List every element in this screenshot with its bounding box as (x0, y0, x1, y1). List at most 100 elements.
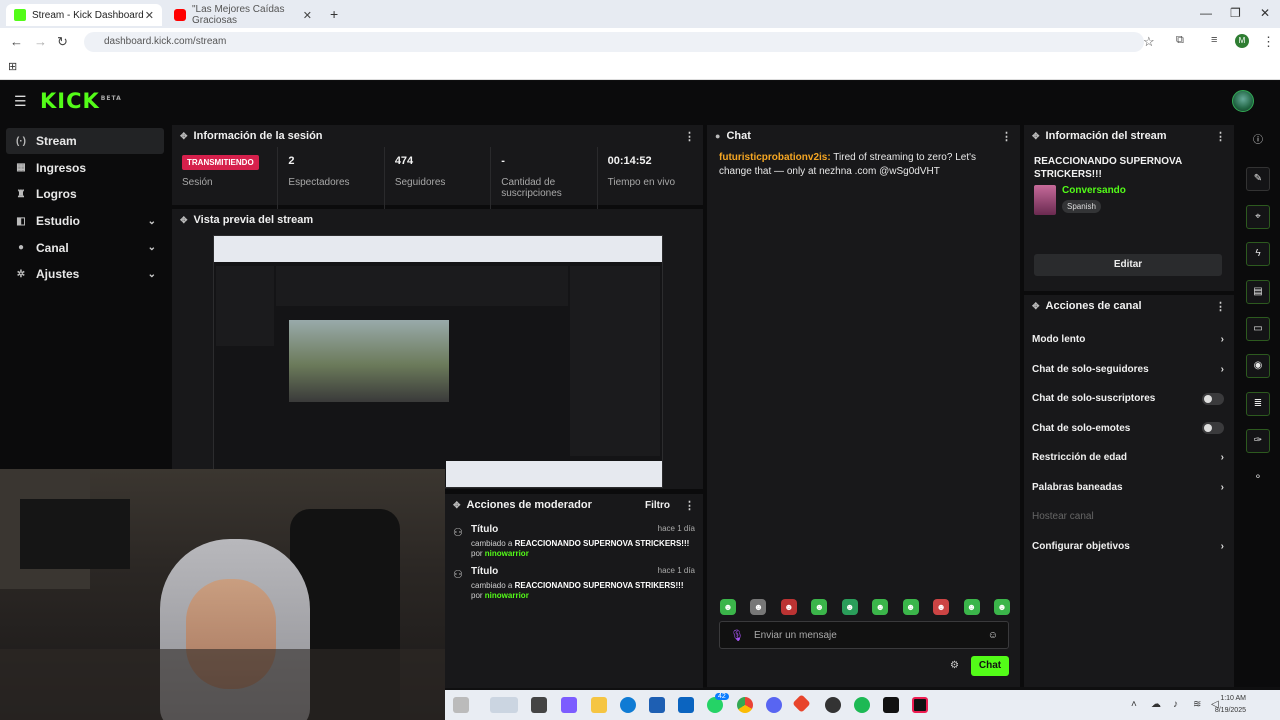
copilot-icon[interactable] (561, 697, 577, 713)
emote-icon[interactable]: ☻ (963, 599, 980, 615)
close-tab-icon[interactable]: ✕ (303, 9, 312, 22)
filter-button[interactable]: Filtro (645, 500, 670, 511)
extensions-icon[interactable]: ⧉ (1176, 34, 1184, 47)
media-icon[interactable]: ≡ (1211, 34, 1217, 46)
subscribers-only-toggle[interactable] (1202, 392, 1224, 405)
chat-username[interactable]: futuristicprobationv2is: (719, 152, 831, 163)
more-options-icon[interactable]: ⋮ (684, 499, 695, 512)
emote-icon[interactable]: ☻ (993, 599, 1010, 615)
sidebar-item-logros[interactable]: ♜ Logros (6, 181, 164, 207)
emoji-icon[interactable]: ☺ (988, 630, 998, 641)
microphone-icon[interactable]: 🎙 (730, 629, 744, 642)
store-icon[interactable] (649, 697, 665, 713)
stat-label: Espectadores (288, 177, 350, 188)
outlook-icon[interactable] (678, 697, 694, 713)
task-view-icon[interactable] (531, 697, 547, 713)
document-icon[interactable]: ▤ (1246, 279, 1270, 304)
scan-icon[interactable]: ⌖ (1246, 204, 1270, 229)
mod-item-user[interactable]: ninowarrior (485, 549, 529, 558)
more-options-icon[interactable]: ⋮ (1215, 130, 1226, 143)
drag-handle-icon[interactable]: ✥ (453, 500, 461, 511)
close-tab-icon[interactable]: ✕ (145, 9, 154, 22)
file-explorer-icon[interactable] (591, 697, 607, 713)
action-age-restriction[interactable]: Restricción de edad › (1024, 443, 1234, 473)
session-info-panel: ✥ Información de la sesión ⋮ TRANSMITIEN… (172, 125, 703, 209)
pencil-icon[interactable]: ✎ (1246, 167, 1270, 192)
browser-menu-icon[interactable]: ⋮ (1262, 34, 1275, 50)
edit-stream-button[interactable]: Editar (1034, 254, 1222, 276)
chat-message-input[interactable]: 🎙 Enviar un mensaje ☺ (719, 621, 1009, 649)
kick-logo[interactable]: KICKBETA (40, 89, 122, 113)
info-icon[interactable]: ⓘ (1246, 130, 1270, 154)
cloud-icon[interactable]: ☁ (1151, 699, 1161, 710)
sidebar-item-estudio[interactable]: ◧ Estudio ⌄ (6, 208, 164, 234)
sidebar-item-canal[interactable]: ● Canal ⌄ (6, 235, 164, 261)
obs-icon[interactable] (825, 697, 841, 713)
lightning-icon[interactable]: ϟ (1246, 242, 1270, 267)
more-options-icon[interactable]: ⋮ (684, 130, 695, 143)
share-icon[interactable]: ⚬ (1246, 467, 1270, 491)
reload-icon[interactable]: ↻ (57, 34, 68, 50)
action-followers-only[interactable]: Chat de solo-seguidores › (1024, 355, 1234, 385)
emote-icon[interactable]: ☻ (750, 599, 767, 615)
sidebar-item-stream[interactable]: (·) Stream (6, 128, 164, 154)
stack-icon[interactable]: ≣ (1246, 391, 1270, 416)
chat-settings-gear-icon[interactable]: ⚙ (950, 660, 959, 671)
more-options-icon[interactable]: ⋮ (1001, 130, 1012, 143)
broadcast-icon[interactable]: ◉ (1246, 354, 1270, 379)
emotes-only-toggle[interactable] (1202, 422, 1224, 435)
emote-icon[interactable]: ☻ (841, 599, 858, 615)
minimize-icon[interactable]: — (1200, 6, 1212, 20)
more-options-icon[interactable]: ⋮ (1215, 300, 1226, 313)
microphone-tray-icon[interactable]: ♪ (1173, 699, 1178, 710)
mod-item-user[interactable]: ninowarrior (485, 591, 529, 600)
sidebar-item-ingresos[interactable]: ▦ Ingresos (6, 155, 164, 181)
back-icon[interactable]: ← (10, 34, 23, 49)
send-chat-button[interactable]: Chat (971, 656, 1009, 676)
user-avatar[interactable] (1232, 90, 1254, 112)
action-configure-goals[interactable]: Configurar objetivos › (1024, 532, 1234, 562)
forward-icon[interactable]: → (34, 34, 47, 49)
tiktok-icon[interactable] (912, 697, 928, 713)
epic-games-icon[interactable] (883, 697, 899, 713)
apps-grid-icon[interactable]: ⊞ (8, 60, 17, 73)
emote-icon[interactable]: ☻ (902, 599, 919, 615)
spotify-icon[interactable] (854, 697, 870, 713)
stat-value: - (501, 155, 505, 167)
close-window-icon[interactable]: ✕ (1260, 6, 1270, 20)
bar-chart-icon: ▦ (16, 162, 26, 174)
profile-avatar[interactable]: M (1235, 34, 1249, 48)
chevron-down-icon: ⌄ (147, 242, 156, 254)
drag-handle-icon[interactable]: ✥ (1032, 131, 1040, 142)
sidebar-item-ajustes[interactable]: ✲ Ajustes ⌄ (6, 261, 164, 287)
drag-handle-icon[interactable]: ✥ (180, 215, 188, 226)
menu-hamburger-icon[interactable]: ☰ (14, 93, 27, 110)
wrench-icon[interactable]: ✑ (1246, 429, 1270, 454)
discord-icon[interactable] (766, 697, 782, 713)
emote-icon[interactable]: ☻ (780, 599, 797, 615)
tab-youtube[interactable]: "Las Mejores Caídas Graciosas ✕ (166, 4, 320, 26)
app-diamond-icon[interactable] (792, 694, 811, 713)
action-banned-words[interactable]: Palabras baneadas › (1024, 473, 1234, 503)
taskbar-clock[interactable]: 1:10 AM 8/19/2025 (1198, 693, 1246, 717)
action-slow-mode[interactable]: Modo lento › (1024, 325, 1234, 355)
emote-icon[interactable]: ☻ (811, 599, 828, 615)
emote-icon[interactable]: ☻ (872, 599, 889, 615)
maximize-icon[interactable]: ❐ (1230, 6, 1241, 20)
new-tab-icon[interactable]: + (330, 6, 338, 22)
category-name[interactable]: Conversando (1062, 185, 1126, 196)
edge-icon[interactable] (620, 697, 636, 713)
widgets-icon[interactable] (490, 697, 518, 713)
stream-preview-video[interactable] (213, 235, 663, 488)
emote-icon[interactable]: ☻ (720, 599, 736, 615)
drag-handle-icon[interactable]: ✥ (1032, 301, 1040, 312)
tray-chevron-icon[interactable]: ˄ (1131, 699, 1137, 710)
search-icon[interactable] (453, 697, 469, 713)
tab-kick-dashboard[interactable]: Stream - Kick Dashboard ✕ (6, 4, 162, 26)
chrome-icon[interactable] (737, 697, 753, 713)
chat-icon[interactable]: ▭ (1246, 316, 1270, 341)
bookmark-star-icon[interactable]: ☆ (1143, 34, 1155, 50)
emote-icon[interactable]: ☻ (933, 599, 950, 615)
drag-handle-icon[interactable]: ✥ (180, 131, 188, 142)
url-field[interactable]: dashboard.kick.com/stream (84, 32, 1144, 52)
